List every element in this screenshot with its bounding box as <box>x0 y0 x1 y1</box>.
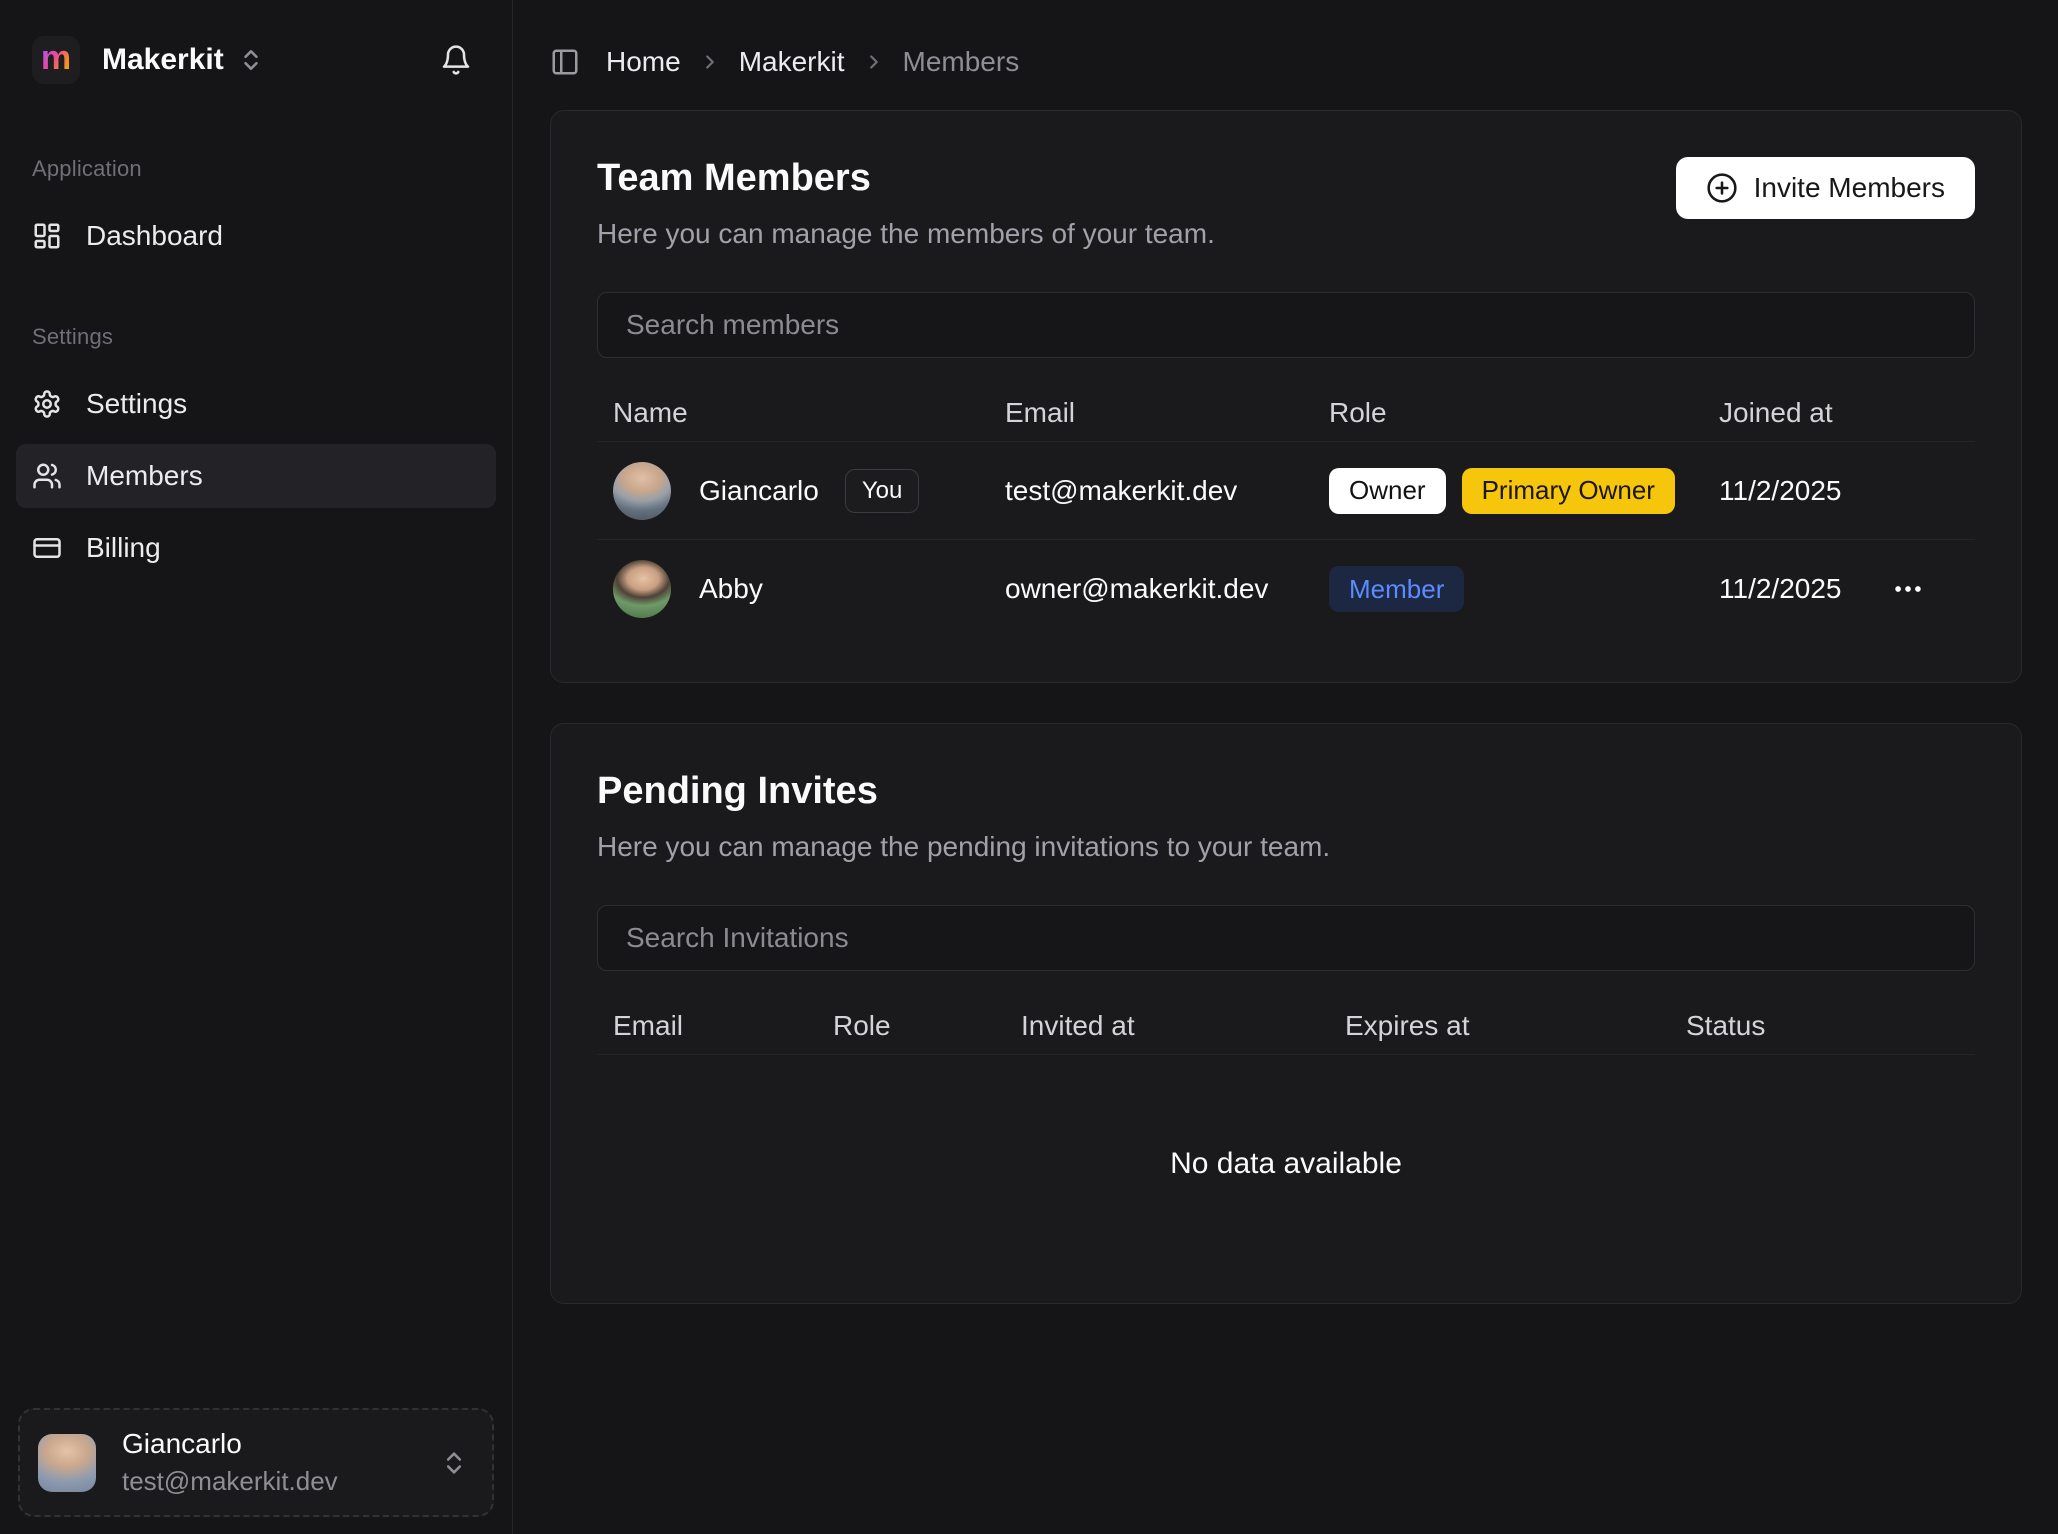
breadcrumb-current: Members <box>903 46 1020 78</box>
member-joined-cell: 11/2/2025 <box>1703 566 1975 612</box>
column-header-role: Role <box>1313 397 1703 429</box>
breadcrumb-home[interactable]: Home <box>606 46 681 78</box>
empty-state: No data available <box>597 1055 1975 1259</box>
sidebar-toggle-icon[interactable] <box>550 47 580 77</box>
member-name: Giancarlo <box>699 475 819 507</box>
sidebar-item-dashboard[interactable]: Dashboard <box>16 204 496 268</box>
sidebar-item-label: Settings <box>86 388 187 420</box>
member-name-cell: Abby <box>597 560 989 618</box>
pending-invites-description: Here you can manage the pending invitati… <box>597 831 1330 863</box>
sidebar-item-billing[interactable]: Billing <box>16 516 496 580</box>
member-joined-cell: 11/2/2025 <box>1703 475 1975 507</box>
team-members-title: Team Members <box>597 157 1215 200</box>
members-table-header: Name Email Role Joined at <box>597 384 1975 442</box>
member-name-cell: Giancarlo You <box>597 462 989 520</box>
column-header-status: Status <box>1670 1010 1975 1042</box>
avatar <box>613 462 671 520</box>
user-email: test@makerkit.dev <box>122 1466 338 1497</box>
member-email-cell: test@makerkit.dev <box>989 475 1313 507</box>
invite-members-button[interactable]: Invite Members <box>1676 157 1975 219</box>
notifications-bell-icon[interactable] <box>440 44 472 76</box>
main-content: Home Makerkit Members Team Members Here … <box>513 0 2058 1534</box>
members-table: Name Email Role Joined at Giancarlo You … <box>597 384 1975 638</box>
user-meta: Giancarlo test@makerkit.dev <box>122 1428 338 1497</box>
member-email-cell: owner@makerkit.dev <box>989 573 1313 605</box>
column-header-email: Email <box>597 1010 817 1042</box>
joined-date: 11/2/2025 <box>1719 475 1842 507</box>
avatar <box>613 560 671 618</box>
sidebar-item-label: Members <box>86 460 203 492</box>
column-header-invited: Invited at <box>1005 1010 1329 1042</box>
team-members-card: Team Members Here you can manage the mem… <box>550 110 2022 683</box>
credit-card-icon <box>32 533 62 563</box>
app-logo-letter: m <box>41 41 71 75</box>
joined-date: 11/2/2025 <box>1719 573 1842 605</box>
team-members-description: Here you can manage the members of your … <box>597 218 1215 250</box>
search-members-input[interactable] <box>597 292 1975 358</box>
pending-invites-card: Pending Invites Here you can manage the … <box>550 723 2022 1304</box>
workspace-name[interactable]: Makerkit <box>102 43 224 77</box>
sidebar-item-members[interactable]: Members <box>16 444 496 508</box>
chevrons-up-down-icon <box>440 1449 468 1477</box>
invites-table-header: Email Role Invited at Expires at Status <box>597 997 1975 1055</box>
circle-plus-icon <box>1706 172 1738 204</box>
member-name: Abby <box>699 573 763 605</box>
dashboard-icon <box>32 221 62 251</box>
you-badge: You <box>845 469 920 513</box>
member-role-cell: Owner Primary Owner <box>1313 468 1703 514</box>
table-row: Giancarlo You test@makerkit.dev Owner Pr… <box>597 442 1975 540</box>
breadcrumb-workspace[interactable]: Makerkit <box>739 46 845 78</box>
column-header-name: Name <box>597 397 989 429</box>
sidebar-nav: Application Dashboard Settings Settings <box>0 156 512 588</box>
invites-table: Email Role Invited at Expires at Status … <box>597 997 1975 1259</box>
user-name: Giancarlo <box>122 1428 338 1460</box>
account-menu-trigger[interactable]: Giancarlo test@makerkit.dev <box>18 1408 494 1517</box>
role-badge-member: Member <box>1329 566 1464 612</box>
table-row: Abby owner@makerkit.dev Member 11/2/2025 <box>597 540 1975 638</box>
sidebar-header: m Makerkit <box>0 0 512 84</box>
column-header-role: Role <box>817 1010 1005 1042</box>
column-header-joined: Joined at <box>1703 397 1975 429</box>
app-logo: m <box>32 36 80 84</box>
empty-state-text: No data available <box>1170 1147 1402 1181</box>
pending-invites-title: Pending Invites <box>597 770 1330 813</box>
users-icon <box>32 461 62 491</box>
chevron-right-icon <box>863 51 885 73</box>
nav-section-application: Application <box>16 156 496 182</box>
role-badge-primary-owner: Primary Owner <box>1462 468 1675 514</box>
column-header-email: Email <box>989 397 1313 429</box>
column-header-expires: Expires at <box>1329 1010 1670 1042</box>
breadcrumb: Home Makerkit Members <box>513 0 2058 78</box>
workspace-switcher-icon[interactable] <box>238 47 264 73</box>
user-avatar <box>38 1434 96 1492</box>
role-badge-owner: Owner <box>1329 468 1446 514</box>
nav-section-settings: Settings <box>16 324 496 350</box>
invite-members-label: Invite Members <box>1754 172 1945 204</box>
search-invitations-input[interactable] <box>597 905 1975 971</box>
sidebar: m Makerkit Application Dashboard Setting… <box>0 0 513 1534</box>
chevron-right-icon <box>699 51 721 73</box>
member-role-cell: Member <box>1313 566 1703 612</box>
sidebar-item-label: Dashboard <box>86 220 223 252</box>
row-actions-menu-button[interactable] <box>1885 566 1931 612</box>
sidebar-item-label: Billing <box>86 532 161 564</box>
gear-icon <box>32 389 62 419</box>
sidebar-item-settings[interactable]: Settings <box>16 372 496 436</box>
